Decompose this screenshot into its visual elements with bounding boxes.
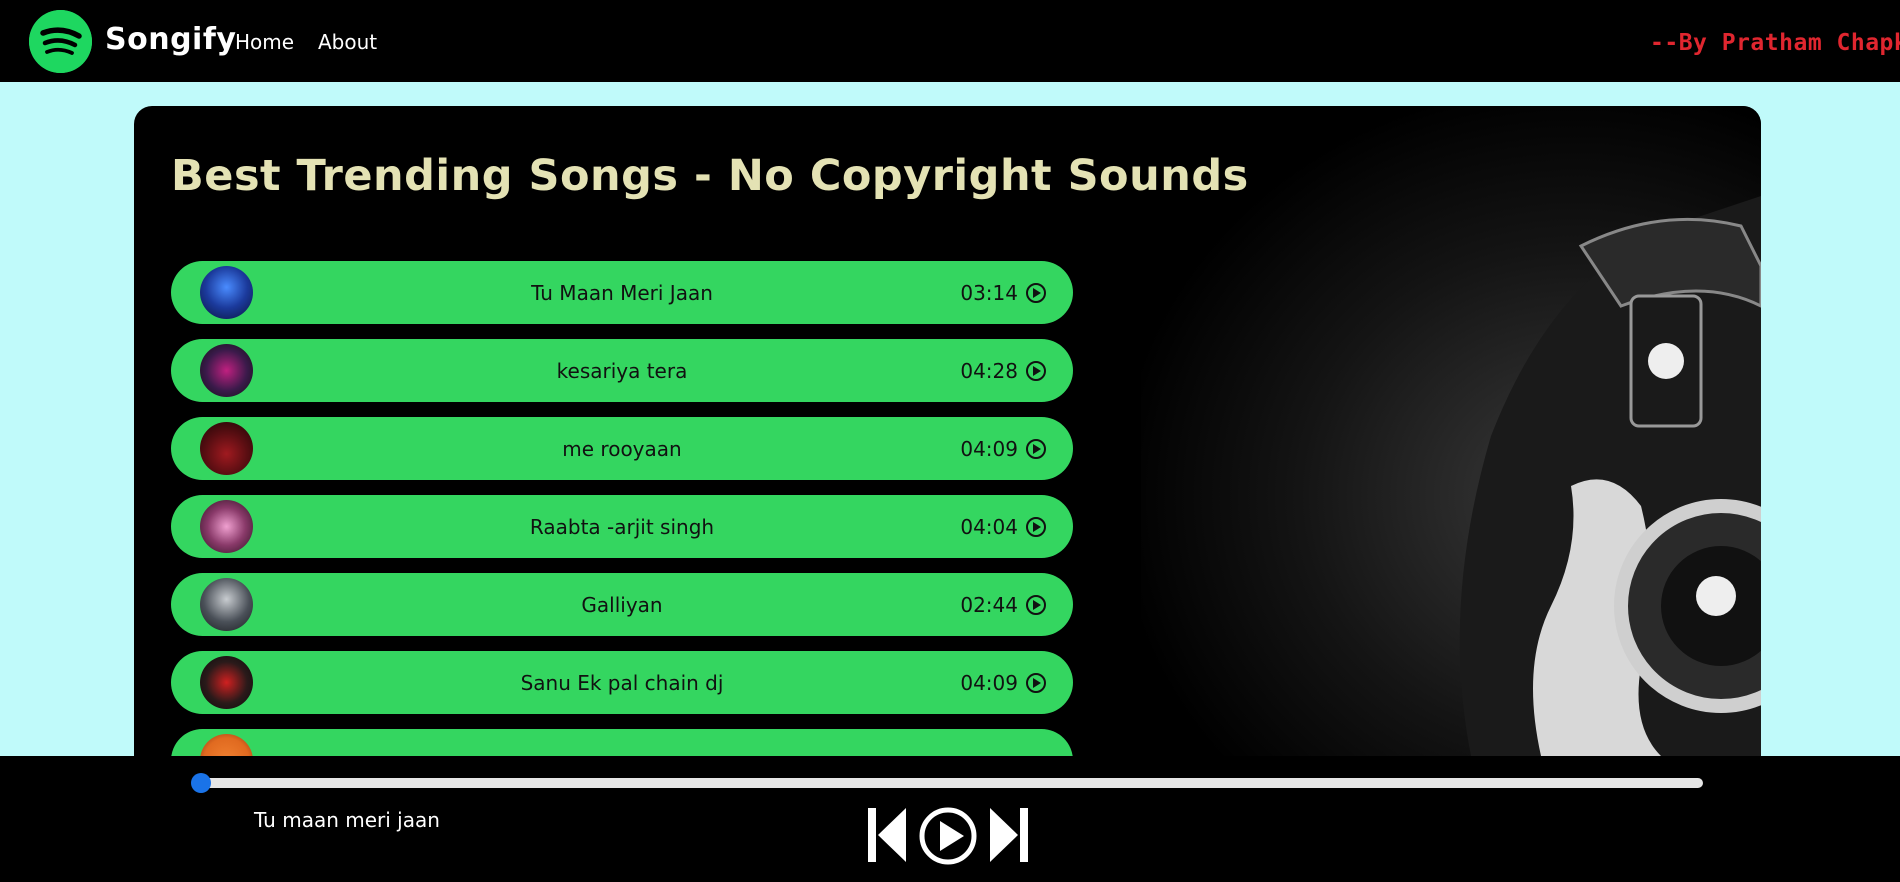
song-item[interactable]: Raabta -arjit singh 04:04 <box>171 495 1073 558</box>
song-list: Tu Maan Meri Jaan 03:14 kesariya tera 04… <box>171 261 1073 756</box>
song-item[interactable] <box>171 729 1073 756</box>
song-item[interactable]: Galliyan 02:44 <box>171 573 1073 636</box>
play-circle-icon[interactable] <box>1026 595 1046 615</box>
nav-about-link[interactable]: About <box>318 30 377 54</box>
song-item[interactable]: me rooyaan 04:09 <box>171 417 1073 480</box>
song-duration: 04:04 <box>960 515 1018 539</box>
progress-thumb[interactable] <box>191 773 211 793</box>
next-icon[interactable] <box>988 806 1030 864</box>
play-circle-icon[interactable] <box>1026 283 1046 303</box>
song-duration: 04:28 <box>960 359 1018 383</box>
song-item[interactable]: Sanu Ek pal chain dj 04:09 <box>171 651 1073 714</box>
now-playing-title: Tu maan meri jaan <box>254 808 440 832</box>
page-title: Best Trending Songs - No Copyright Sound… <box>171 151 1249 201</box>
play-circle-icon[interactable] <box>1026 361 1046 381</box>
song-name: kesariya tera <box>556 359 688 383</box>
song-item[interactable]: Tu Maan Meri Jaan 03:14 <box>171 261 1073 324</box>
navbar: Songify Home About --By Pratham Chapke <box>0 0 1900 82</box>
play-circle-icon[interactable] <box>1026 439 1046 459</box>
song-name: Raabta -arjit singh <box>529 515 715 539</box>
player-bar: Tu maan meri jaan <box>0 756 1900 882</box>
spotify-logo-icon[interactable] <box>29 10 92 73</box>
songs-container: Best Trending Songs - No Copyright Sound… <box>134 106 1761 756</box>
nav-home-link[interactable]: Home <box>235 30 294 54</box>
song-name: Galliyan <box>581 593 663 617</box>
song-duration: 04:09 <box>960 671 1018 695</box>
song-item[interactable]: kesariya tera 04:28 <box>171 339 1073 402</box>
song-duration: 02:44 <box>960 593 1018 617</box>
song-name: me rooyaan <box>562 437 682 461</box>
play-circle-icon[interactable] <box>1026 517 1046 537</box>
headphones-background-image <box>1141 106 1761 756</box>
player-controls <box>866 806 1030 866</box>
song-duration: 04:09 <box>960 437 1018 461</box>
play-circle-icon[interactable] <box>1026 673 1046 693</box>
brand-name[interactable]: Songify <box>105 22 236 57</box>
progress-bar[interactable] <box>191 773 1703 793</box>
song-cover-image <box>200 734 253 756</box>
author-credit: --By Pratham Chapke <box>1650 30 1900 56</box>
song-name: Sanu Ek pal chain dj <box>520 671 724 695</box>
previous-icon[interactable] <box>866 806 908 864</box>
song-name: Tu Maan Meri Jaan <box>531 281 713 305</box>
play-pause-icon[interactable] <box>918 806 978 866</box>
song-duration: 03:14 <box>960 281 1018 305</box>
